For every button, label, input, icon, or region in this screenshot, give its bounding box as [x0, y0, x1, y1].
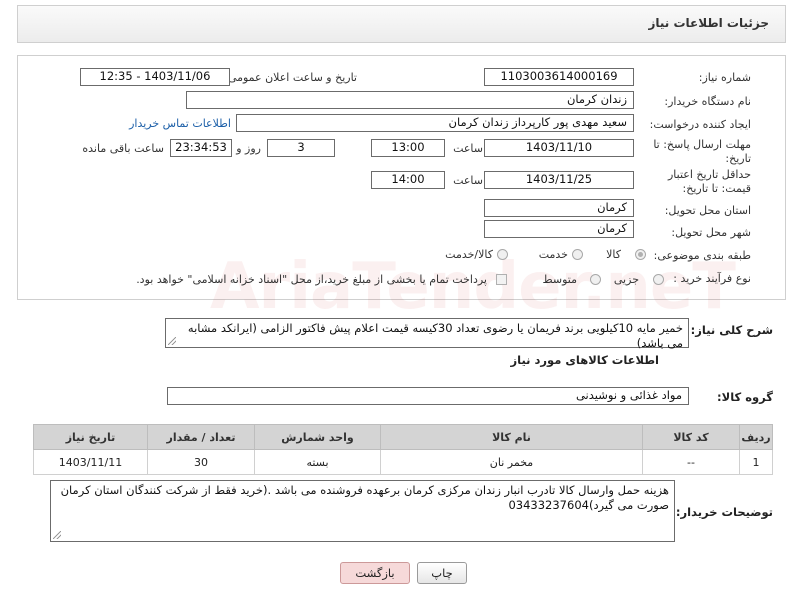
- print-button[interactable]: چاپ: [417, 562, 467, 584]
- row-number-cell: 1: [739, 449, 773, 475]
- days-label: روز و: [236, 142, 261, 155]
- need-date-cell: 1403/11/11: [33, 449, 148, 475]
- description-label: شرح کلی نیاز:: [690, 323, 773, 337]
- page-title: جزئیات اطلاعات نیاز: [648, 16, 769, 30]
- validity-time-field[interactable]: 14:00: [371, 171, 445, 189]
- buyer-notes-text: هزینه حمل وارسال کالا تادرب انبار زندان …: [60, 483, 669, 512]
- validity-time-label: ساعت: [453, 174, 483, 187]
- quantity-cell: 30: [147, 449, 255, 475]
- contact-info-link[interactable]: اطلاعات تماس خریدار: [129, 117, 231, 130]
- buyer-notes-label: توضیحات خریدار:: [675, 505, 773, 519]
- goods-name-cell: مخمر نان: [380, 449, 643, 475]
- goods-group-label: گروه کالا:: [717, 390, 773, 404]
- reply-date-field[interactable]: 1403/11/10: [484, 139, 634, 157]
- need-number-label: شماره نیاز:: [698, 71, 751, 84]
- category-option-goods: کالا: [606, 248, 621, 261]
- column-header: تعداد / مقدار: [147, 424, 255, 450]
- announce-datetime-field[interactable]: 1403/11/06 - 12:35: [80, 68, 230, 86]
- buyer-org-field[interactable]: زندان کرمان: [186, 91, 634, 109]
- table-header-row: ردیف کد کالا نام کالا واحد شمارش تعداد /…: [33, 424, 773, 450]
- price-validity-label: حداقل تاریخ اعتبار قیمت: تا تاریخ:: [667, 168, 751, 195]
- category-option-service: خدمت: [538, 248, 568, 261]
- city-field[interactable]: کرمان: [484, 220, 634, 238]
- announce-label: تاریخ و ساعت اعلان عمومی:: [224, 71, 357, 84]
- category-radio-goods-service[interactable]: [497, 249, 508, 260]
- column-header: نام کالا: [380, 424, 643, 450]
- process-type-label: نوع فرآیند خرید :: [673, 272, 751, 285]
- category-label: طبقه بندی موضوعی:: [653, 249, 751, 262]
- column-header: کد کالا: [642, 424, 740, 450]
- goods-code-cell: --: [642, 449, 740, 475]
- buyer-notes-textarea[interactable]: هزینه حمل وارسال کالا تادرب انبار زندان …: [50, 480, 675, 542]
- process-option-minor: جزیی: [613, 273, 639, 286]
- category-radio-service[interactable]: [572, 249, 583, 260]
- remaining-time-field[interactable]: 23:34:53: [170, 139, 232, 157]
- requester-label: ایجاد کننده درخواست:: [649, 118, 751, 131]
- column-header: ردیف: [739, 424, 773, 450]
- treasury-payment-note: پرداخت تمام یا بخشی از مبلغ خرید،از محل …: [136, 273, 487, 286]
- column-header: تاریخ نیاز: [33, 424, 148, 450]
- category-radio-goods[interactable]: [635, 249, 646, 260]
- remaining-time-label: ساعت باقی مانده: [82, 142, 164, 155]
- process-radio-minor[interactable]: [653, 274, 664, 285]
- resize-grip-icon[interactable]: [53, 531, 61, 539]
- goods-group-field[interactable]: مواد غذائی و نوشیدنی: [167, 387, 689, 405]
- table-row[interactable]: 1 -- مخمر نان بسته 30 1403/11/11: [33, 449, 773, 475]
- province-label: استان محل تحویل:: [664, 204, 751, 217]
- category-option-goods-service: کالا/خدمت: [445, 248, 493, 261]
- unit-cell: بسته: [254, 449, 381, 475]
- reply-time-field[interactable]: 13:00: [371, 139, 445, 157]
- page-header: جزئیات اطلاعات نیاز: [17, 5, 786, 43]
- process-radio-medium[interactable]: [590, 274, 601, 285]
- goods-table: ردیف کد کالا نام کالا واحد شمارش تعداد /…: [33, 424, 773, 475]
- reply-time-label: ساعت: [453, 142, 483, 155]
- requester-field[interactable]: سعید مهدی پور کارپرداز زندان کرمان: [236, 114, 634, 132]
- validity-date-field[interactable]: 1403/11/25: [484, 171, 634, 189]
- process-option-medium: متوسط: [542, 273, 577, 286]
- description-text: خمیر مایه 10کیلویی برند فریمان یا رضوی ت…: [187, 321, 683, 350]
- buyer-org-label: نام دستگاه خریدار:: [664, 95, 751, 108]
- days-remaining-field[interactable]: 3: [267, 139, 335, 157]
- need-number-field[interactable]: 1103003614000169: [484, 68, 634, 86]
- province-field[interactable]: کرمان: [484, 199, 634, 217]
- goods-section-title: اطلاعات کالاهای مورد نیاز: [510, 353, 659, 367]
- treasury-payment-checkbox[interactable]: [496, 274, 507, 285]
- city-label: شهر محل تحویل:: [671, 226, 751, 239]
- column-header: واحد شمارش: [254, 424, 381, 450]
- resize-grip-icon[interactable]: [168, 337, 176, 345]
- description-textarea[interactable]: خمیر مایه 10کیلویی برند فریمان یا رضوی ت…: [165, 318, 689, 350]
- reply-deadline-label: مهلت ارسال پاسخ: تا تاریخ:: [653, 138, 751, 165]
- back-button[interactable]: بازگشت: [340, 562, 410, 584]
